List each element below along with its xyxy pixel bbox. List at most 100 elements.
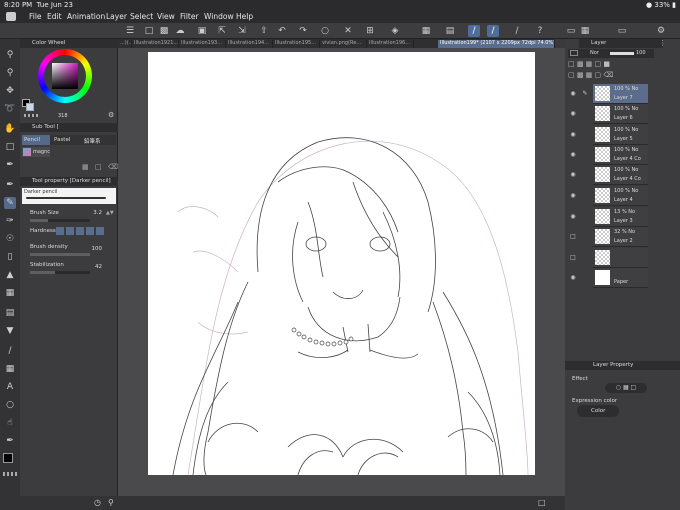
paintbrush-icon[interactable]: ✒ bbox=[4, 435, 16, 447]
delete-subtool-icon[interactable]: ⌫ bbox=[108, 163, 118, 171]
layer-tool-icon-b[interactable]: ▢ ▩ ▦ ▢ ⌫ bbox=[568, 71, 613, 79]
correction-icon[interactable]: ☝ bbox=[4, 417, 16, 429]
brush-density-slider[interactable] bbox=[30, 253, 90, 256]
subtool-tab-pastel[interactable]: Pastel bbox=[52, 135, 72, 145]
stabilization-value[interactable]: 42 bbox=[90, 264, 102, 270]
opacity-value[interactable]: 100 bbox=[636, 50, 646, 56]
zoom-icon[interactable]: ⚲ bbox=[4, 49, 16, 61]
tab-doc-4[interactable]: Illustration195... bbox=[273, 40, 320, 48]
selection-icon[interactable]: ▤ bbox=[444, 25, 456, 37]
layer-visibility-icon[interactable]: ◉ bbox=[569, 274, 577, 281]
save-icon[interactable]: ▣ bbox=[196, 25, 208, 37]
magnifier-icon[interactable]: ⚲ bbox=[108, 498, 114, 507]
ruler-tool-icon[interactable]: ∕ bbox=[4, 345, 16, 357]
layer-row[interactable] bbox=[593, 248, 648, 268]
menu-window[interactable]: Window bbox=[204, 12, 234, 21]
circle-icon[interactable]: ○ bbox=[319, 25, 331, 37]
app-icon[interactable] bbox=[6, 12, 16, 21]
blend-mode-select[interactable]: Nor bbox=[590, 50, 599, 56]
color-wheel-header[interactable]: Color Wheel bbox=[20, 39, 118, 48]
color-palette-strip[interactable] bbox=[3, 472, 17, 476]
export-icon[interactable]: ⇱ bbox=[216, 25, 228, 37]
tab-doc-3[interactable]: Illustration194... bbox=[226, 40, 273, 48]
grid-icon[interactable]: ▦ bbox=[579, 25, 591, 37]
tab-doc-6[interactable]: Illustration196... bbox=[367, 40, 414, 48]
eyedropper-icon[interactable]: ✒ bbox=[4, 159, 16, 171]
help-icon[interactable]: ? bbox=[534, 25, 546, 37]
tool-property-header[interactable]: Tool property [Darker pencil] bbox=[20, 177, 118, 186]
tab-doc-1[interactable]: Illustration1921... bbox=[132, 40, 179, 48]
clear-icon[interactable]: ✕ bbox=[342, 25, 354, 37]
stepper-icon[interactable]: ▲▼ bbox=[106, 210, 114, 216]
gradient-icon[interactable]: ▦ bbox=[4, 287, 16, 299]
panel-menu-icon[interactable]: ⋮ bbox=[659, 39, 666, 47]
pen-stroke-icon[interactable]: ∕ bbox=[468, 25, 480, 37]
subtool-header[interactable]: Sub Tool [ bbox=[20, 123, 118, 132]
panel-toggle-icon[interactable]: ▭ bbox=[565, 25, 577, 37]
hardness-selector[interactable] bbox=[56, 227, 104, 235]
subtool-tab-pencil-jp[interactable]: 鉛筆系 bbox=[82, 135, 103, 145]
redo-icon[interactable]: ↷ bbox=[297, 25, 309, 37]
layer-row[interactable]: 100 % No Layer 4 bbox=[593, 186, 648, 206]
layer-visibility-icon[interactable]: ◉ bbox=[569, 110, 577, 117]
layer-row[interactable]: 100 % No Layer 4 Co bbox=[593, 145, 648, 165]
layer-row[interactable]: 13 % No Layer 3 bbox=[593, 207, 648, 227]
menu-select[interactable]: Select bbox=[130, 12, 153, 21]
layer-visibility-icon[interactable]: ◉ bbox=[569, 171, 577, 178]
brush-size-value[interactable]: 3.2 bbox=[90, 210, 102, 216]
zoom-alt-icon[interactable]: ⚲ bbox=[4, 67, 16, 79]
frame-icon[interactable]: ▦ bbox=[4, 363, 16, 375]
pen-icon[interactable]: ✒ bbox=[4, 179, 16, 191]
layer-row[interactable]: Paper bbox=[593, 268, 648, 288]
add-subtool-icon[interactable]: ▦ bbox=[82, 163, 89, 171]
menu-view[interactable]: View bbox=[157, 12, 175, 21]
foreground-color-swatch[interactable] bbox=[3, 453, 13, 463]
layer-visibility-icon[interactable]: ◉ bbox=[569, 151, 577, 158]
layer-visibility-icon[interactable]: ◉ bbox=[569, 131, 577, 138]
brush-density-value[interactable]: 100 bbox=[86, 246, 103, 252]
color-settings-icon[interactable]: ⚙ bbox=[108, 111, 114, 119]
layer-visibility-icon[interactable]: ◉ bbox=[569, 192, 577, 199]
menu-edit[interactable]: Edit bbox=[47, 12, 62, 21]
layer-row[interactable]: 100 % No Layer 5 bbox=[593, 125, 648, 145]
balloon-icon[interactable]: ○ bbox=[4, 399, 16, 411]
opacity-slider[interactable] bbox=[610, 52, 634, 55]
layer-edit-icon[interactable]: ✎ bbox=[581, 90, 589, 97]
brush-icon[interactable]: ✑ bbox=[4, 215, 16, 227]
fill-bucket-icon[interactable]: ▲ bbox=[4, 269, 16, 281]
sub-color-swatch[interactable] bbox=[26, 103, 34, 111]
subtool-tab-pencil[interactable]: Pencil bbox=[22, 135, 50, 145]
transform-icon[interactable]: ▦ bbox=[420, 25, 432, 37]
saturation-value-square[interactable] bbox=[52, 63, 78, 89]
window-icon[interactable]: ▭ bbox=[616, 25, 628, 37]
fill-icon[interactable]: ◈ bbox=[389, 25, 401, 37]
layer-property-header[interactable]: Layer Property bbox=[565, 361, 680, 370]
figure-icon[interactable]: ▼ bbox=[4, 325, 16, 337]
ruler-icon[interactable]: ∕ bbox=[511, 25, 523, 37]
menu-hamburger-icon[interactable]: ☰ bbox=[124, 25, 136, 37]
color-history-strip[interactable] bbox=[24, 114, 38, 117]
settings-icon[interactable]: ⚙ bbox=[655, 25, 667, 37]
hand-icon[interactable]: ✋ bbox=[4, 123, 16, 135]
expression-color-select[interactable]: Color bbox=[577, 405, 619, 417]
drawing-canvas[interactable] bbox=[148, 52, 535, 476]
tab-doc-active[interactable]: Illustration199* (2107 x 2209px 72dpi 74… bbox=[438, 40, 555, 48]
cloud-icon[interactable]: ☁ bbox=[174, 25, 186, 37]
subtool-item[interactable]: magnc bbox=[22, 147, 50, 157]
text-icon[interactable]: A bbox=[4, 381, 16, 393]
copy-subtool-icon[interactable]: □ bbox=[95, 163, 102, 171]
layer-mode-icon[interactable] bbox=[570, 50, 578, 56]
pencil-icon[interactable]: ✎ bbox=[4, 197, 16, 209]
menu-help[interactable]: Help bbox=[236, 12, 253, 21]
move-icon[interactable]: ✥ bbox=[4, 85, 16, 97]
layer-visibility-icon[interactable]: □ bbox=[569, 254, 577, 261]
menu-animation[interactable]: Animation bbox=[67, 12, 105, 21]
layer-visibility-icon[interactable]: ◉ bbox=[569, 213, 577, 220]
layer-tool-icon-a[interactable]: □ ▩ ▦ □ ■ bbox=[568, 60, 610, 68]
airbrush-icon[interactable]: ☉ bbox=[4, 233, 16, 245]
tab-doc-5[interactable]: vivian.png(Re... bbox=[320, 40, 367, 48]
eraser-icon[interactable]: ▯ bbox=[4, 251, 16, 263]
import-icon[interactable]: ⇲ bbox=[236, 25, 248, 37]
lasso-icon[interactable]: ➰ bbox=[4, 103, 16, 115]
menu-filter[interactable]: Filter bbox=[180, 12, 199, 21]
